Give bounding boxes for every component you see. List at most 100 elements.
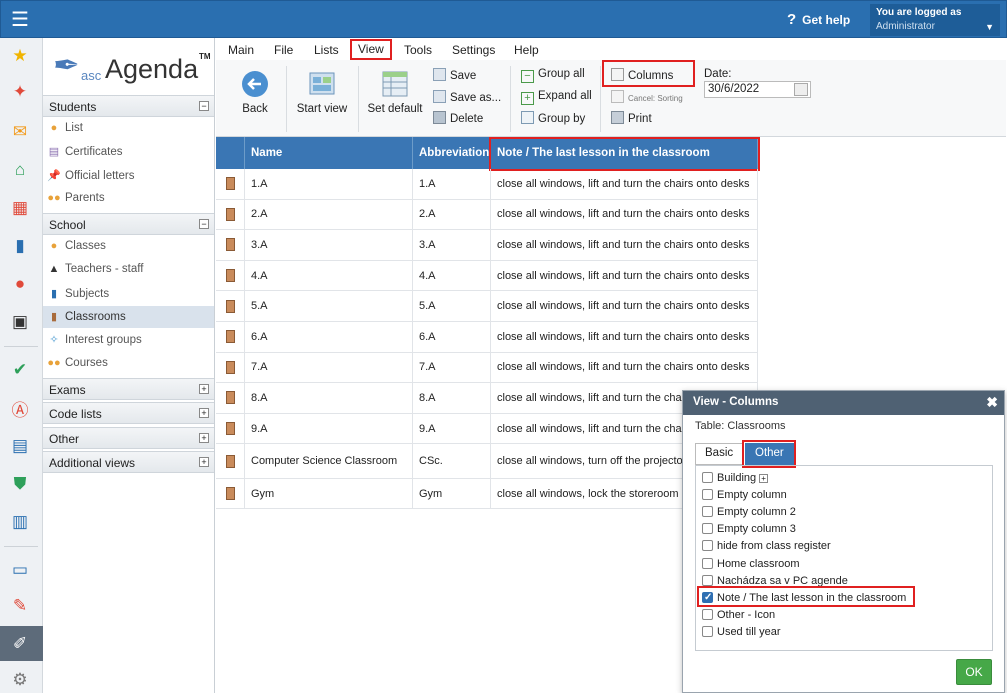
table-row[interactable]: 1.A 1.A close all windows, lift and turn t… bbox=[216, 169, 758, 200]
table-row[interactable]: 5.A 5.A close all windows, lift and turn t… bbox=[216, 291, 758, 322]
ok-button[interactable]: OK bbox=[956, 659, 992, 685]
pen-icon[interactable]: ✐ bbox=[8, 632, 32, 656]
print-button[interactable]: Print bbox=[611, 111, 652, 125]
table-row[interactable]: Gym Gym close all windows, lock the storer… bbox=[216, 479, 758, 510]
save-as-button[interactable]: Save as... bbox=[433, 90, 501, 104]
expand-icon[interactable]: + bbox=[199, 408, 209, 418]
checkbox[interactable] bbox=[702, 574, 713, 586]
columns-button[interactable]: Columns bbox=[611, 68, 673, 82]
mail-icon[interactable]: ✉ bbox=[8, 120, 32, 144]
back-button[interactable]: Back bbox=[236, 70, 274, 115]
grade-icon[interactable]: Ⓐ bbox=[8, 396, 32, 420]
chat-icon[interactable]: ✎ bbox=[8, 594, 32, 618]
menu-view[interactable]: View bbox=[350, 39, 392, 60]
section-students[interactable]: Students − bbox=[43, 95, 214, 117]
checkbox[interactable] bbox=[702, 506, 713, 518]
check-circle-icon[interactable]: ✔ bbox=[8, 358, 32, 382]
column-option[interactable]: Empty column 3 bbox=[702, 521, 796, 537]
bar-chart-icon[interactable]: ▥ bbox=[8, 510, 32, 534]
section-additional-views[interactable]: Additional views + bbox=[43, 451, 214, 473]
date-input[interactable]: 30/6/2022 bbox=[704, 81, 811, 98]
timetable-icon[interactable]: ▦ bbox=[8, 196, 32, 220]
start-view-button[interactable]: Start view bbox=[296, 70, 348, 115]
shield-icon[interactable]: ⛊ bbox=[8, 472, 32, 496]
column-option[interactable]: Empty column bbox=[702, 487, 787, 503]
magic-wand-icon[interactable]: ✦ bbox=[8, 80, 32, 104]
column-option[interactable]: hide from class register bbox=[702, 538, 831, 554]
checkbox[interactable] bbox=[702, 557, 713, 569]
nav-item-interest-groups[interactable]: ✧ Interest groups bbox=[43, 329, 214, 351]
section-exams[interactable]: Exams + bbox=[43, 378, 214, 400]
collapse-icon[interactable]: − bbox=[199, 219, 209, 229]
menu-settings[interactable]: Settings bbox=[452, 43, 495, 57]
group-all-button[interactable]: − Group all bbox=[521, 68, 585, 83]
nav-item-subjects[interactable]: ▮ Subjects bbox=[43, 283, 214, 305]
hamburger-menu-icon[interactable]: ☰ bbox=[7, 9, 33, 31]
trash-icon bbox=[433, 111, 446, 124]
nav-item-certificates[interactable]: ▤ Certificates bbox=[43, 141, 214, 163]
expand-icon[interactable]: + bbox=[199, 457, 209, 467]
column-option[interactable]: Other - Icon bbox=[702, 607, 775, 623]
nav-item-teachers[interactable]: ▲ Teachers - staff bbox=[43, 259, 214, 281]
graduation-cap-icon: ▲ bbox=[48, 263, 60, 275]
checkbox[interactable] bbox=[702, 489, 713, 501]
star-icon[interactable]: ★ bbox=[8, 44, 32, 68]
checkbox[interactable] bbox=[702, 625, 713, 637]
column-option[interactable]: Used till year bbox=[702, 624, 781, 640]
menu-help[interactable]: Help bbox=[514, 43, 539, 57]
menu-main[interactable]: Main bbox=[228, 43, 254, 57]
expand-icon[interactable]: + bbox=[199, 384, 209, 394]
menu-lists[interactable]: Lists bbox=[314, 43, 339, 57]
nav-item-parents[interactable]: ●● Parents bbox=[43, 188, 214, 210]
group-by-button[interactable]: Group by bbox=[521, 111, 585, 125]
checkbox[interactable] bbox=[702, 540, 713, 552]
collapse-icon[interactable]: − bbox=[199, 101, 209, 111]
nav-item-official-letters[interactable]: 📌 Official letters bbox=[43, 165, 214, 187]
menu-file[interactable]: File bbox=[274, 43, 293, 57]
delete-button[interactable]: Delete bbox=[433, 111, 483, 125]
close-icon[interactable]: ✖ bbox=[986, 394, 998, 411]
table-row[interactable]: 3.A 3.A close all windows, lift and turn t… bbox=[216, 230, 758, 261]
table-row[interactable]: Computer Science Classroom CSc. close all … bbox=[216, 444, 758, 480]
menu-tools[interactable]: Tools bbox=[404, 43, 432, 57]
table-row[interactable]: 9.A 9.A close all windows, lift and turn t… bbox=[216, 413, 758, 445]
checkbox[interactable] bbox=[702, 608, 713, 620]
home-icon[interactable]: ⌂ bbox=[8, 158, 32, 182]
briefcase-icon[interactable]: ▤ bbox=[8, 434, 32, 458]
expand-icon[interactable]: + bbox=[199, 433, 209, 443]
gear-icon[interactable]: ⚙ bbox=[8, 668, 32, 692]
get-help-link[interactable]: ? Get help bbox=[787, 11, 850, 28]
tab-basic[interactable]: Basic bbox=[695, 443, 744, 465]
section-code-lists[interactable]: Code lists + bbox=[43, 402, 214, 424]
cancel-sorting-button[interactable]: Cancel: Sorting bbox=[611, 90, 683, 103]
checkbox[interactable] bbox=[702, 523, 713, 535]
expand-icon[interactable]: + bbox=[759, 474, 769, 483]
column-option[interactable]: Home classroom bbox=[702, 556, 800, 572]
table-row[interactable]: 6.A 6.A close all windows, lift and turn t… bbox=[216, 322, 758, 353]
nav-item-classes[interactable]: ● Classes bbox=[43, 236, 214, 258]
checkbox[interactable] bbox=[702, 472, 713, 483]
nav-item-courses[interactable]: ●● Courses bbox=[43, 353, 214, 375]
rail-divider bbox=[4, 546, 38, 547]
nav-item-list[interactable]: ● List bbox=[43, 118, 214, 140]
set-default-button[interactable]: Set default bbox=[366, 70, 424, 115]
table-row[interactable]: 4.A 4.A close all windows, lift and turn t… bbox=[216, 260, 758, 292]
user-menu[interactable]: You are logged as Administrator ▼ bbox=[870, 4, 1000, 36]
column-header-abbreviation[interactable]: Abbreviation bbox=[413, 137, 491, 169]
save-button[interactable]: Save bbox=[433, 68, 476, 82]
table-row[interactable]: 8.A 8.A close all windows, lift and turn t… bbox=[216, 383, 758, 414]
column-option[interactable]: Building + bbox=[702, 470, 769, 486]
table-row[interactable]: 2.A 2.A close all windows, lift and turn t… bbox=[216, 199, 758, 231]
calendar-icon[interactable]: ▣ bbox=[8, 310, 32, 334]
table-row[interactable]: 7.A 7.A close all windows, lift and turn t… bbox=[216, 352, 758, 384]
nav-item-classrooms[interactable]: ▮ Classrooms bbox=[43, 306, 214, 328]
book-icon[interactable]: ▮ bbox=[8, 234, 32, 258]
section-school[interactable]: School − bbox=[43, 213, 214, 235]
section-other[interactable]: Other + bbox=[43, 427, 214, 449]
calendar-icon[interactable] bbox=[794, 83, 808, 96]
column-header-name[interactable]: Name bbox=[245, 137, 413, 169]
column-option[interactable]: Empty column 2 bbox=[702, 504, 796, 520]
expand-all-button[interactable]: + Expand all bbox=[521, 90, 592, 105]
open-book-icon[interactable]: ▭ bbox=[8, 558, 32, 582]
person-icon[interactable]: ● bbox=[8, 272, 32, 296]
